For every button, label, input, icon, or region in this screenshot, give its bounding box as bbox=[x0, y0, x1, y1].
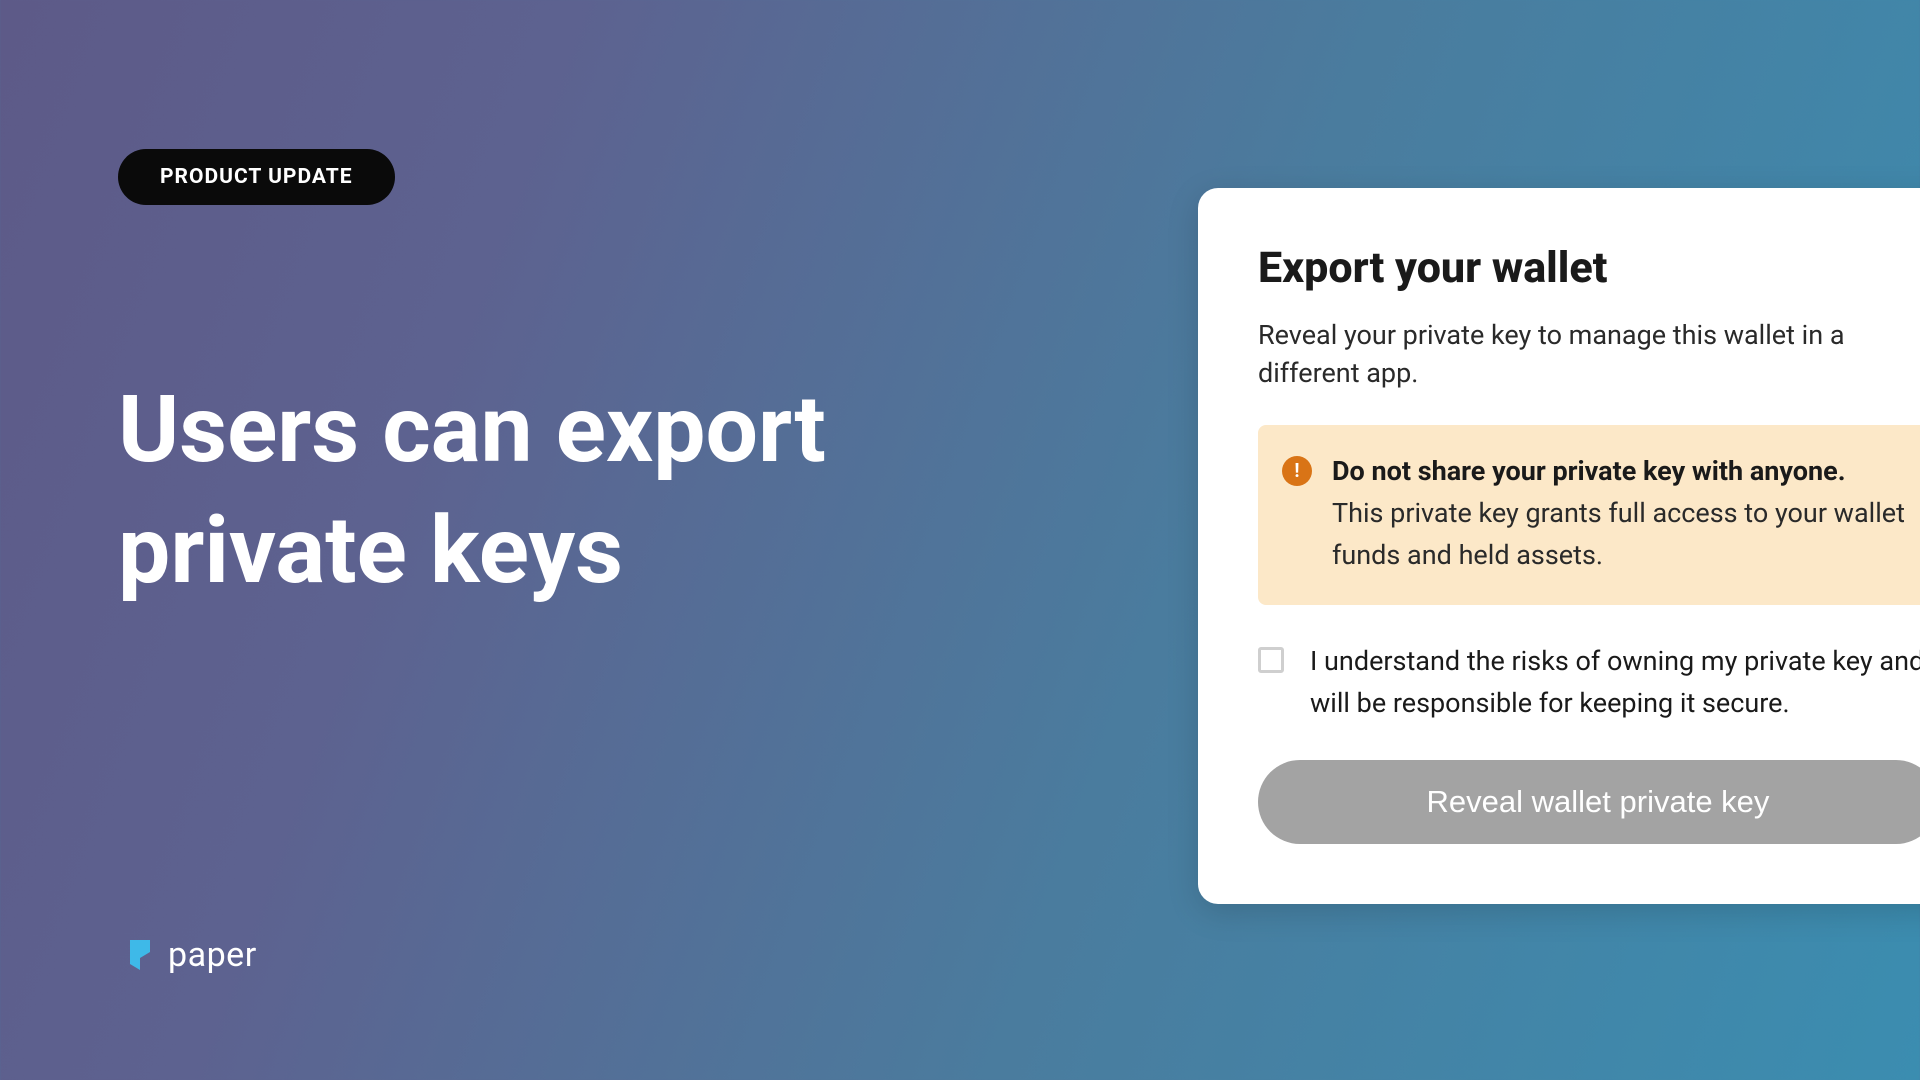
card-title: Export your wallet bbox=[1258, 243, 1920, 293]
paper-logo-icon bbox=[128, 938, 152, 972]
warning-callout: ! Do not share your private key with any… bbox=[1258, 425, 1920, 605]
export-wallet-card: Export your wallet Reveal your private k… bbox=[1198, 188, 1920, 904]
reveal-private-key-button[interactable]: Reveal wallet private key bbox=[1258, 760, 1920, 844]
consent-text: I understand the risks of owning my priv… bbox=[1310, 641, 1920, 725]
brand-name: paper bbox=[168, 935, 257, 975]
warning-title: Do not share your private key with anyon… bbox=[1332, 453, 1910, 489]
consent-row: I understand the risks of owning my priv… bbox=[1258, 641, 1920, 725]
product-update-badge: PRODUCT UPDATE bbox=[118, 149, 395, 205]
badge-label: PRODUCT UPDATE bbox=[160, 165, 353, 189]
card-subtitle: Reveal your private key to manage this w… bbox=[1258, 317, 1920, 393]
warning-text: This private key grants full access to y… bbox=[1332, 493, 1910, 577]
warning-content: Do not share your private key with anyon… bbox=[1332, 453, 1910, 577]
brand-logo: paper bbox=[128, 935, 257, 975]
consent-checkbox[interactable] bbox=[1258, 647, 1284, 673]
page-headline: Users can export private keys bbox=[118, 370, 1018, 612]
warning-icon: ! bbox=[1282, 456, 1312, 486]
